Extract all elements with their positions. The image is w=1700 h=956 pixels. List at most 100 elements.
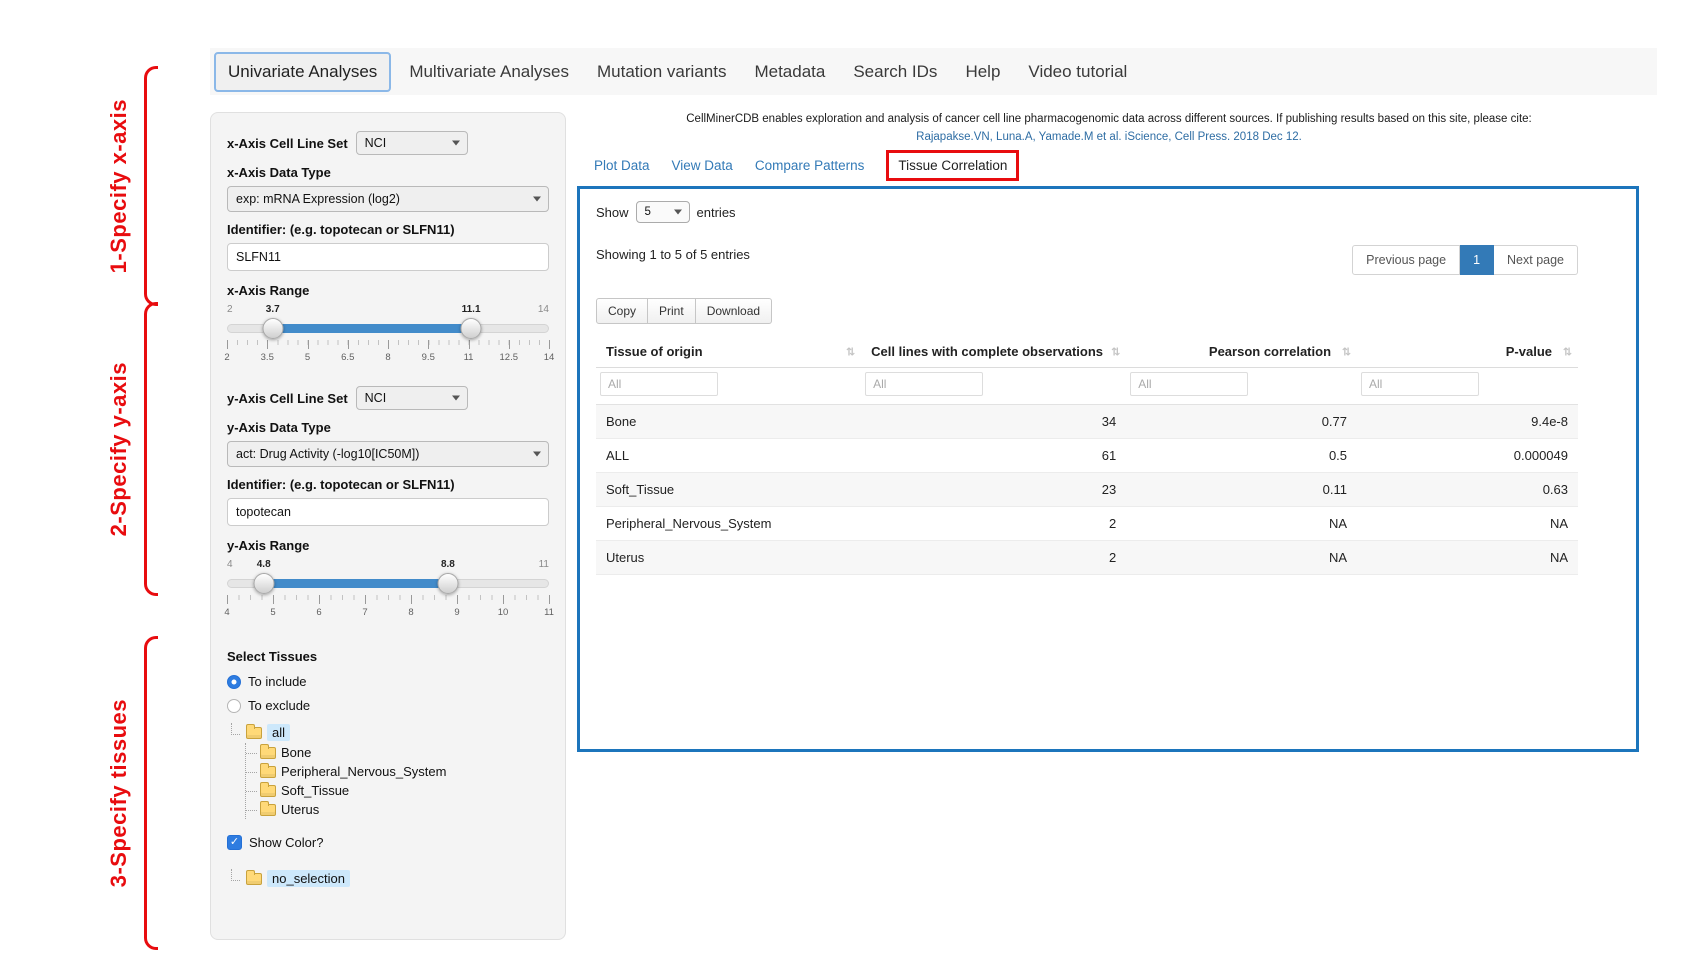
tree-node-uterus-label: Uterus (281, 802, 319, 817)
print-button[interactable]: Print (648, 298, 696, 324)
select-tissues-title: Select Tissues (227, 649, 549, 664)
cell-cell-lines: 2 (861, 541, 1126, 575)
sort-icon[interactable]: ⇅ (1563, 345, 1572, 358)
table-filter-row (596, 368, 1578, 405)
y-data-type-select[interactable]: act: Drug Activity (-log10[IC50M]) (227, 441, 549, 467)
nav-item-univariate-analyses[interactable]: Univariate Analyses (214, 52, 391, 92)
cell-cell-lines: 23 (861, 473, 1126, 507)
slider-active-bar (264, 579, 448, 588)
x-identifier-input[interactable] (227, 243, 549, 271)
chevron-down-icon (533, 197, 541, 202)
y-cell-line-set-label: y-Axis Cell Line Set (227, 391, 348, 406)
y-data-type-label: y-Axis Data Type (227, 420, 549, 435)
x-data-type-label: x-Axis Data Type (227, 165, 549, 180)
download-button[interactable]: Download (696, 298, 772, 324)
chevron-down-icon (452, 396, 460, 401)
x-slider-handle-high[interactable] (461, 318, 482, 339)
sort-icon[interactable]: ⇅ (846, 345, 855, 358)
folder-icon (246, 727, 262, 739)
data-tabs: Plot Data View Data Compare Patterns Tis… (594, 149, 1019, 181)
filter-input-cell-lines[interactable] (865, 372, 983, 396)
show-color-checkbox[interactable]: ✓ (227, 835, 242, 850)
page: 1-Specify x-axis 2-Specify y-axis 3-Spec… (0, 0, 1700, 956)
column-header-cell-lines[interactable]: Cell lines with complete observations ⇅ (861, 336, 1126, 368)
sidebar-panel: x-Axis Cell Line Set NCI x-Axis Data Typ… (210, 112, 566, 940)
tree-node-no-selection[interactable]: no_selection (231, 868, 549, 889)
tree-node-soft-tissue[interactable]: Soft_Tissue (246, 781, 549, 800)
y-range-label: y-Axis Range (227, 538, 549, 553)
annotation-step-3: 3-Specify tissues (106, 636, 158, 950)
nav-item-search-ids[interactable]: Search IDs (839, 52, 951, 92)
sort-icon[interactable]: ⇅ (1342, 345, 1351, 358)
y-identifier-input[interactable] (227, 498, 549, 526)
tissue-correlation-table: Tissue of origin ⇅ Cell lines with compl… (596, 336, 1578, 575)
tick-label: 14 (544, 352, 555, 363)
filter-input-p-value[interactable] (1361, 372, 1479, 396)
tab-tissue-correlation[interactable]: Tissue Correlation (886, 150, 1019, 181)
cell-p-value: NA (1357, 541, 1578, 575)
copy-button[interactable]: Copy (596, 298, 648, 324)
x-range-slider[interactable]: 2 3.7 11.1 14 2 3.5 5 6.5 8 9.5 11 12.5 … (227, 304, 549, 368)
tick-label: 11 (544, 607, 554, 618)
show-entries-row: Show 5 entries (596, 201, 1620, 223)
cell-pearson: 0.5 (1126, 439, 1357, 473)
tab-view-data[interactable]: View Data (672, 158, 733, 173)
tree-node-all[interactable]: all (231, 722, 549, 743)
column-header-pearson-correlation[interactable]: Pearson correlation ⇅ (1126, 336, 1357, 368)
tree-node-bone[interactable]: Bone (246, 743, 549, 762)
tree-node-peripheral-nervous-system[interactable]: Peripheral_Nervous_System (246, 762, 549, 781)
to-include-radio-row[interactable]: To include (227, 674, 549, 689)
x-cell-line-set-select[interactable]: NCI (356, 131, 468, 155)
y-slider-handle-low[interactable] (253, 573, 274, 594)
tree-connector (231, 723, 240, 735)
to-exclude-radio[interactable] (227, 699, 241, 713)
annotation-step-1-label: 1-Specify x-axis (106, 99, 132, 273)
sort-icon[interactable]: ⇅ (1111, 345, 1120, 358)
to-exclude-radio-row[interactable]: To exclude (227, 698, 549, 713)
x-cell-line-set-label: x-Axis Cell Line Set (227, 136, 348, 151)
tree-connector (231, 869, 240, 881)
nav-item-metadata[interactable]: Metadata (740, 52, 839, 92)
column-header-p-value[interactable]: P-value ⇅ (1357, 336, 1578, 368)
tick-label: 3.5 (261, 352, 274, 363)
cell-pearson: NA (1126, 507, 1357, 541)
next-page-button[interactable]: Next page (1494, 245, 1578, 275)
filter-input-tissue[interactable] (600, 372, 718, 396)
nav-item-video-tutorial[interactable]: Video tutorial (1014, 52, 1141, 92)
y-cell-line-set-select[interactable]: NCI (356, 386, 468, 410)
filter-input-pearson[interactable] (1130, 372, 1248, 396)
tree-node-no-selection-label: no_selection (267, 870, 350, 887)
entries-label: entries (697, 205, 736, 220)
y-range-to: 8.8 (441, 559, 455, 570)
nav-item-help[interactable]: Help (951, 52, 1014, 92)
tree-node-uterus[interactable]: Uterus (246, 800, 549, 819)
annotation-bracket-2 (144, 302, 158, 596)
tick-label: 9.5 (422, 352, 435, 363)
show-entries-value: 5 (645, 206, 651, 218)
table-header-row: Tissue of origin ⇅ Cell lines with compl… (596, 336, 1578, 368)
page-1-button[interactable]: 1 (1460, 245, 1494, 275)
y-slider-handle-high[interactable] (437, 573, 458, 594)
show-entries-select[interactable]: 5 (636, 201, 690, 223)
cell-tissue: Peripheral_Nervous_System (596, 507, 861, 541)
column-header-tissue-of-origin[interactable]: Tissue of origin ⇅ (596, 336, 861, 368)
chevron-down-icon (533, 452, 541, 457)
citation-link[interactable]: Rajapakse.VN, Luna.A, Yamade.M et al. iS… (580, 128, 1638, 146)
y-range-slider[interactable]: 4 4.8 8.8 11 4 5 6 7 8 9 10 1 (227, 559, 549, 623)
to-include-radio[interactable] (227, 675, 241, 689)
previous-page-button[interactable]: Previous page (1352, 245, 1460, 275)
nav-item-mutation-variants[interactable]: Mutation variants (583, 52, 740, 92)
x-data-type-select[interactable]: exp: mRNA Expression (log2) (227, 186, 549, 212)
x-slider-handle-low[interactable] (262, 318, 283, 339)
table-row: Peripheral_Nervous_System 2 NA NA (596, 507, 1578, 541)
cell-p-value: 0.000049 (1357, 439, 1578, 473)
tick-label: 9 (454, 607, 459, 618)
x-range-from: 3.7 (266, 304, 280, 315)
show-color-row[interactable]: ✓ Show Color? (227, 835, 549, 850)
nav-item-multivariate-analyses[interactable]: Multivariate Analyses (395, 52, 583, 92)
tab-plot-data[interactable]: Plot Data (594, 158, 650, 173)
tab-compare-patterns[interactable]: Compare Patterns (755, 158, 865, 173)
folder-icon (260, 747, 276, 759)
folder-icon (260, 804, 276, 816)
cell-p-value: 9.4e-8 (1357, 405, 1578, 439)
